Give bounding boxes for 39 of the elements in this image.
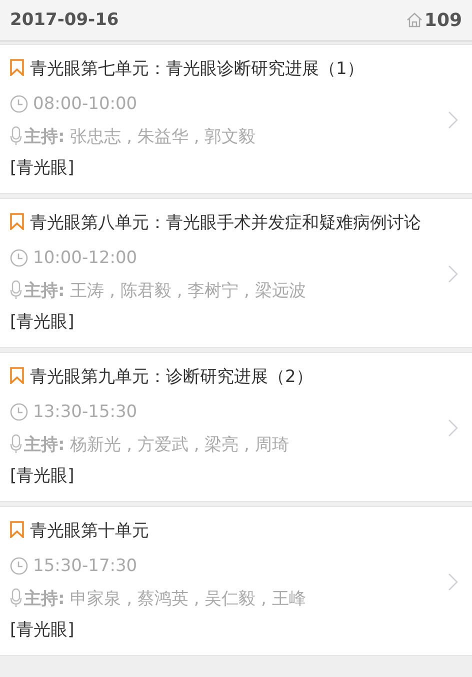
bookmark-icon: [10, 213, 24, 230]
microphone-icon: [10, 588, 22, 608]
date-heading: 2017-09-16: [10, 10, 119, 30]
session-hosts: 主持: 王涛 , 陈君毅 , 李树宁 , 梁远波: [24, 280, 306, 302]
session-hosts: 主持: 申家泉 , 蔡鸿英 , 吴仁毅 , 王峰: [24, 588, 306, 610]
chevron-right-icon: [448, 419, 458, 437]
session-card[interactable]: 青光眼第八单元：青光眼手术并发症和疑难病例讨论 10:00-12:00 主持: 王涛 , 陈君毅 , 李树宁 , 梁远波 [青光眼]: [0, 198, 472, 348]
session-card[interactable]: 青光眼第十单元 15:30-17:30 主持: 申家泉 , 蔡鸿英 , 吴仁毅 , 王峰 [青光眼]: [0, 506, 472, 656]
session-time: 08:00-10:00: [33, 94, 138, 114]
clock-icon: [10, 403, 28, 421]
session-title: 青光眼第八单元：青光眼手术并发症和疑难病例讨论: [10, 210, 448, 237]
microphone-icon: [10, 126, 22, 146]
clock-icon: [10, 557, 28, 575]
session-time: 10:00-12:00: [33, 248, 138, 268]
microphone-icon: [10, 434, 22, 454]
chevron-right-icon: [448, 265, 458, 283]
session-title: 青光眼第七单元：青光眼诊断研究进展（1）: [10, 56, 448, 83]
session-title: 青光眼第九单元：诊断研究进展（2）: [10, 364, 448, 391]
home-icon: [406, 12, 424, 28]
session-title: 青光眼第十单元: [10, 518, 448, 545]
bookmark-icon: [10, 521, 24, 538]
clock-icon: [10, 95, 28, 113]
chevron-right-icon: [448, 573, 458, 591]
session-tag: [青光眼]: [10, 152, 448, 184]
session-tag: [青光眼]: [10, 306, 448, 338]
bookmark-icon: [10, 367, 24, 384]
session-card[interactable]: 青光眼第七单元：青光眼诊断研究进展（1） 08:00-10:00 主持: 张忠志 , 朱益华 , 郭文毅 [青光眼]: [0, 44, 472, 194]
session-tag: [青光眼]: [10, 460, 448, 492]
session-time: 13:30-15:30: [33, 402, 138, 422]
room-number: 109: [424, 10, 462, 30]
session-hosts: 主持: 杨新光 , 方爱武 , 梁亮 , 周琦: [24, 434, 289, 456]
session-card[interactable]: 青光眼第九单元：诊断研究进展（2） 13:30-15:30 主持: 杨新光 , 方爱武 , 梁亮 , 周琦 [青光眼]: [0, 352, 472, 502]
chevron-right-icon: [448, 111, 458, 129]
session-hosts: 主持: 张忠志 , 朱益华 , 郭文毅: [24, 126, 256, 148]
session-tag: [青光眼]: [10, 614, 448, 646]
microphone-icon: [10, 280, 22, 300]
session-time: 15:30-17:30: [33, 556, 138, 576]
bookmark-icon: [10, 59, 24, 76]
clock-icon: [10, 249, 28, 267]
